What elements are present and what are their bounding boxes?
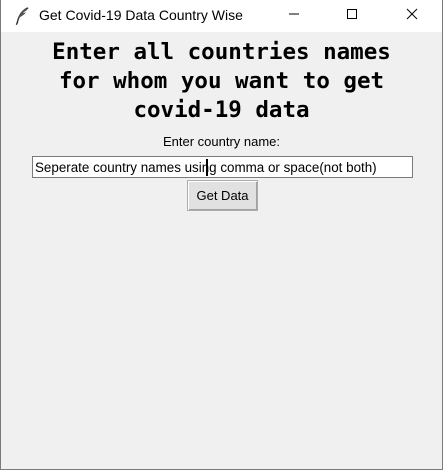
- text-cursor: [206, 159, 208, 176]
- close-button[interactable]: [389, 0, 435, 32]
- heading-line: for whom you want to get: [58, 68, 385, 94]
- title-bar[interactable]: Get Covid-19 Data Country Wise: [1, 0, 442, 32]
- feather-icon: [13, 6, 31, 26]
- minimize-icon: [288, 7, 300, 25]
- app-window: Get Covid-19 Data Country Wise Enter all…: [0, 0, 443, 470]
- country-name-input[interactable]: [32, 156, 413, 178]
- maximize-icon: [346, 7, 358, 25]
- window-title: Get Covid-19 Data Country Wise: [39, 7, 243, 23]
- heading-line: covid-19 data: [133, 97, 310, 123]
- get-data-button[interactable]: Get Data: [187, 180, 258, 211]
- close-icon: [406, 7, 418, 25]
- minimize-button[interactable]: [271, 0, 317, 32]
- maximize-button[interactable]: [329, 0, 375, 32]
- country-name-label: Enter country name:: [162, 134, 281, 149]
- heading-line: Enter all countries names: [52, 39, 391, 65]
- instructions-heading: Enter all countries names for whom you w…: [1, 38, 442, 125]
